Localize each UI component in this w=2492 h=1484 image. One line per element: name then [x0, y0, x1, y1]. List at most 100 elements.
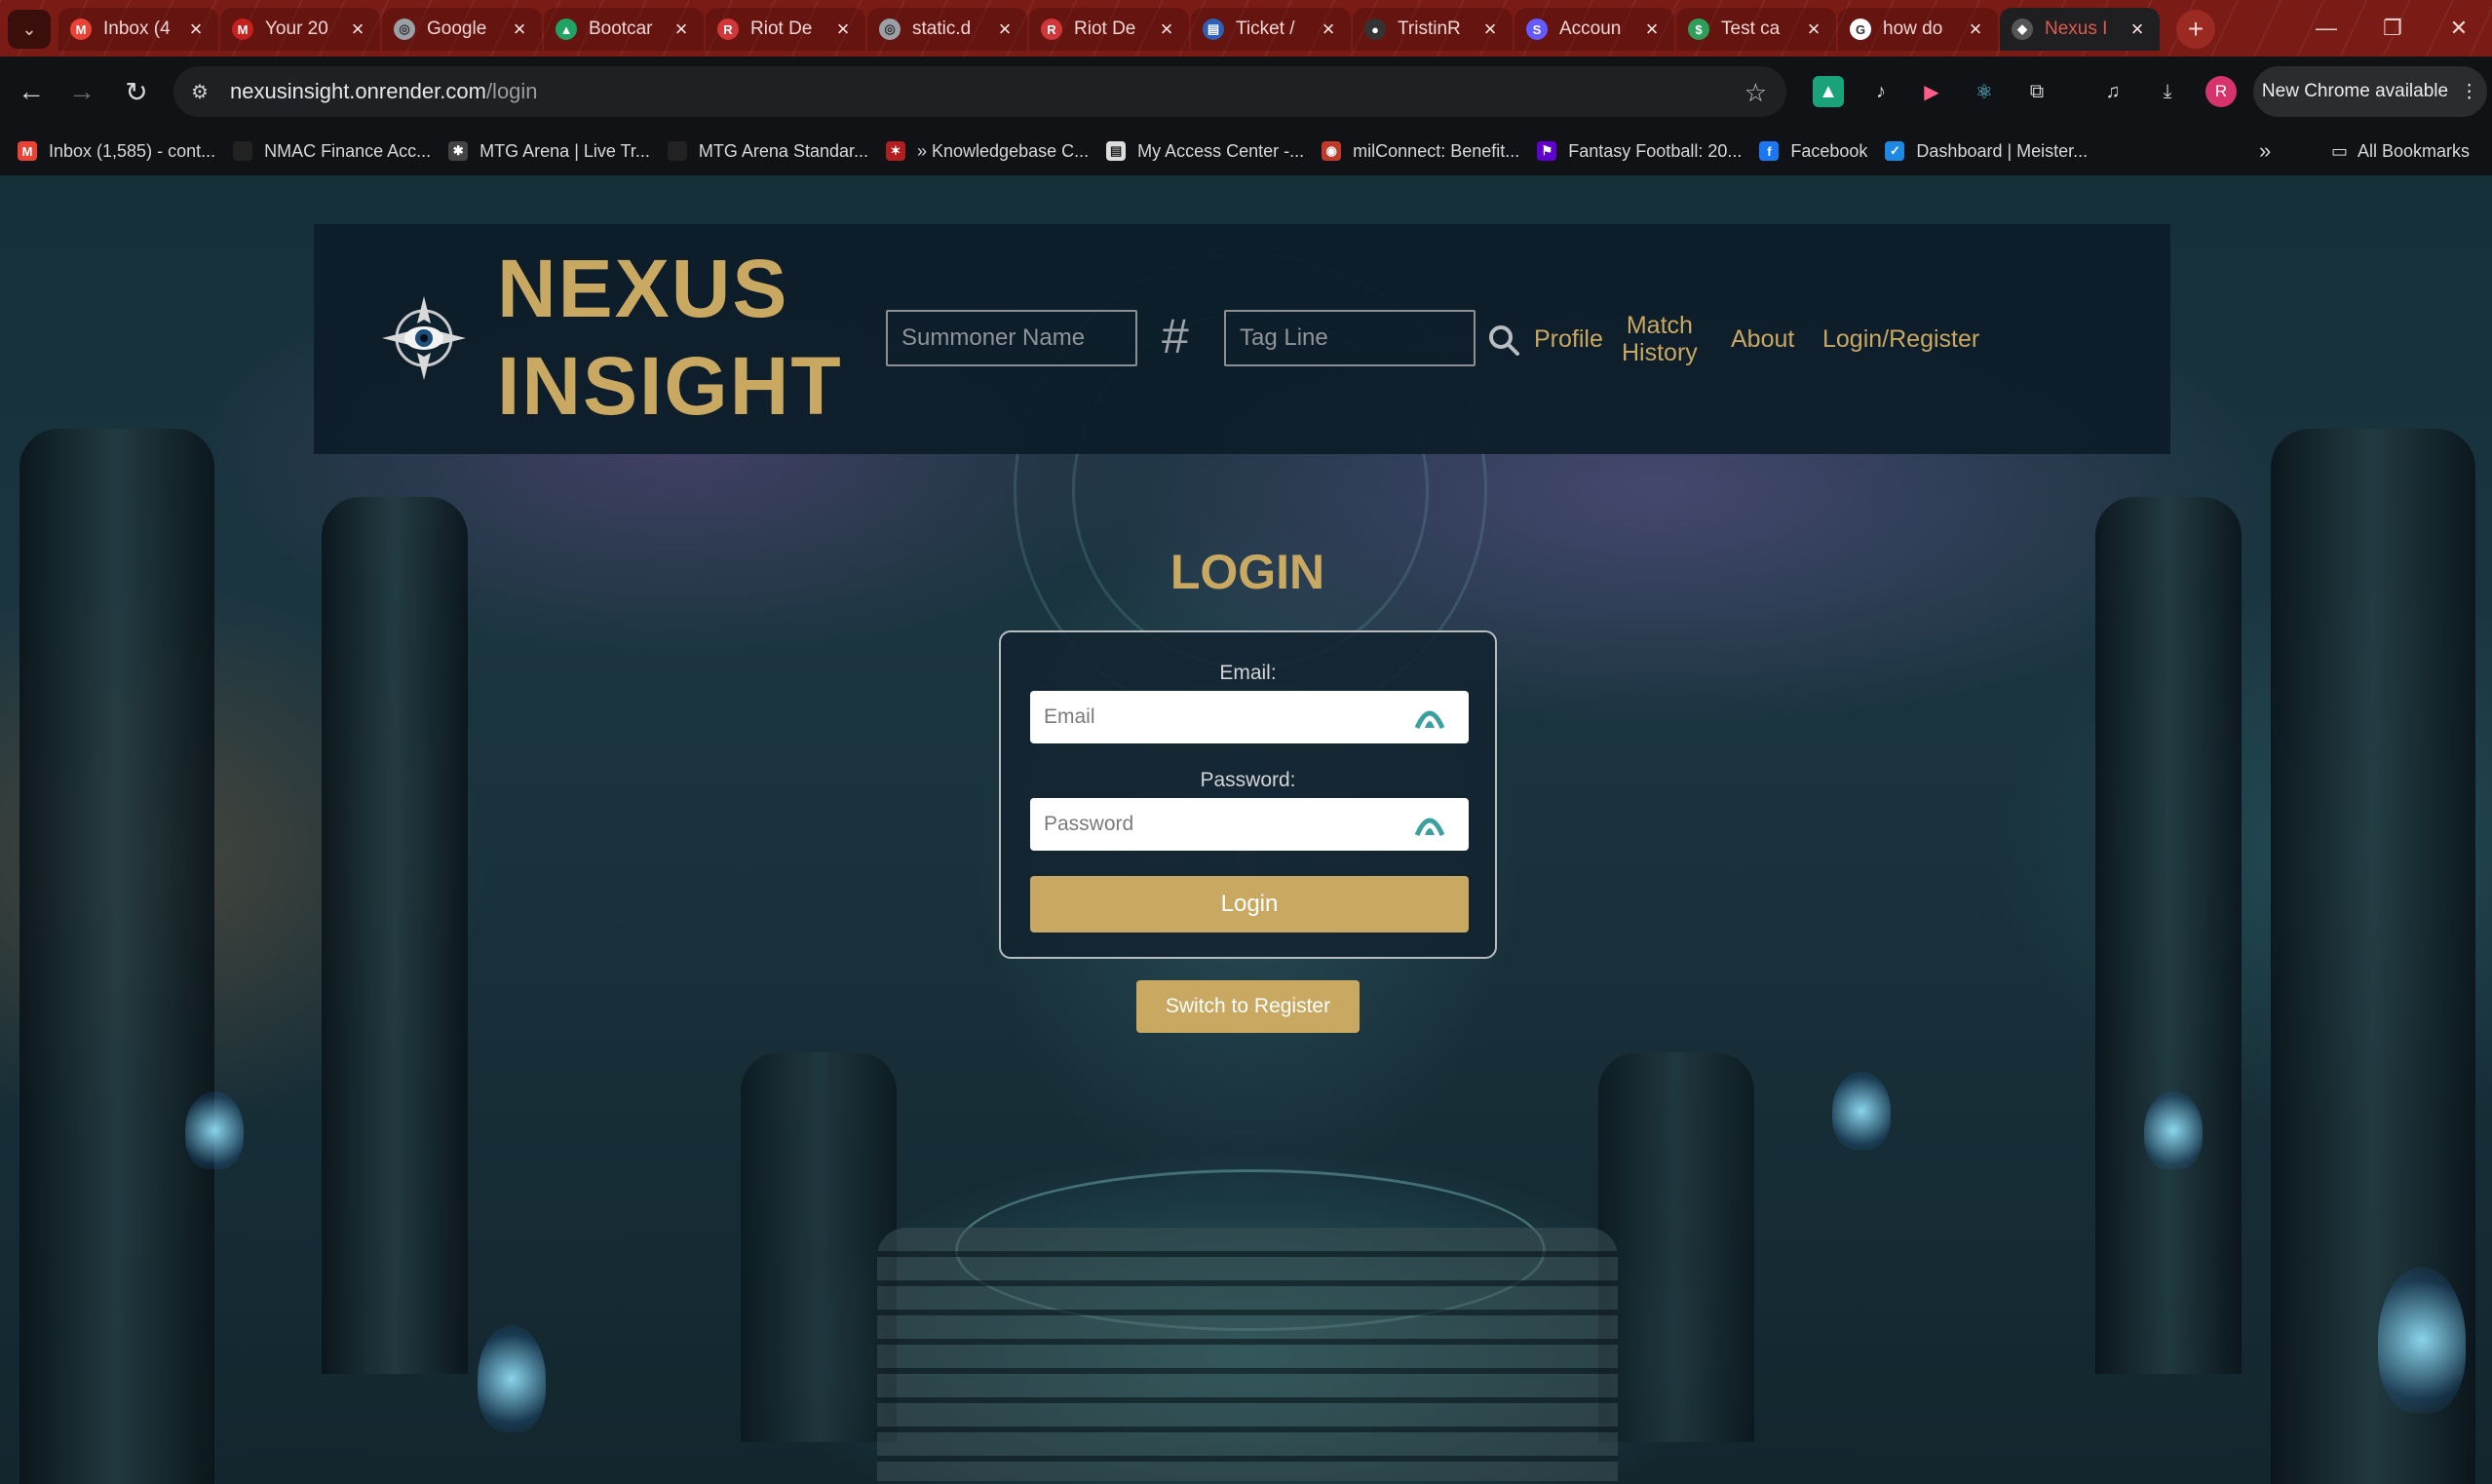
browser-tab[interactable]: ● TristinR ×	[1353, 8, 1513, 51]
blue-flame	[185, 1091, 244, 1169]
profile-avatar[interactable]: R	[2205, 76, 2237, 107]
extensions-puzzle-icon[interactable]: ⧉	[2021, 76, 2052, 107]
close-tab-icon[interactable]: ×	[671, 17, 692, 42]
all-bookmarks-label: All Bookmarks	[2358, 140, 2471, 161]
password-field[interactable]	[1030, 798, 1469, 851]
tab-title: Riot De	[1074, 19, 1136, 39]
ticket-icon: ▤	[1203, 19, 1224, 40]
site-info-icon[interactable]: ⚙	[191, 80, 212, 104]
tab-title: Google	[427, 19, 487, 39]
password-manager-icon[interactable]	[1415, 812, 1444, 837]
browser-tab[interactable]: R Riot De ×	[1029, 8, 1189, 51]
bookmark-item[interactable]: f Facebook	[1759, 127, 1867, 175]
browser-tab[interactable]: Ghow do ×	[1838, 8, 1998, 51]
email-label: Email:	[1219, 662, 1277, 684]
nissan-icon	[233, 141, 253, 161]
close-tab-icon[interactable]: ×	[994, 17, 1016, 42]
tab-title: Nexus I	[2045, 19, 2108, 39]
browser-tab[interactable]: ◎ Google ×	[382, 8, 542, 51]
summoner-name-input[interactable]	[886, 310, 1137, 366]
bookmark-item[interactable]: MTG Arena Standar...	[667, 127, 868, 175]
browser-tab[interactable]: ◎ static.d ×	[867, 8, 1027, 51]
bookmark-item[interactable]: M Inbox (1,585) - cont...	[18, 127, 215, 175]
bookmark-item[interactable]: ⚑ Fantasy Football: 20...	[1537, 127, 1742, 175]
close-tab-icon[interactable]: ×	[1479, 17, 1501, 42]
bookmark-item[interactable]: ✱ MTG Arena | Live Tr...	[448, 127, 650, 175]
all-bookmarks-button[interactable]: ▭ All Bookmarks	[2331, 127, 2470, 175]
close-tab-icon[interactable]: ×	[347, 17, 368, 42]
globe-icon: ◎	[394, 19, 415, 40]
close-tab-icon[interactable]: ×	[1965, 17, 1986, 42]
download-icon[interactable]: ⤓	[2152, 76, 2183, 107]
page-content: NEXUS INSIGHT # Profile Match History Ab…	[0, 175, 2492, 1484]
back-button[interactable]: ←	[14, 74, 49, 109]
bookmark-item[interactable]: ✓ Dashboard | Meister...	[1885, 127, 2088, 175]
url-text[interactable]: nexusinsight.onrender.com/login	[230, 79, 538, 104]
chrome-update-button[interactable]: New Chrome available ⋮	[2253, 66, 2487, 117]
close-tab-icon[interactable]: ×	[509, 17, 530, 42]
browser-tab[interactable]: R Riot De ×	[706, 8, 865, 51]
nav-profile-link[interactable]: Profile	[1534, 325, 1603, 353]
minimize-button[interactable]: —	[2293, 0, 2359, 57]
browser-tab[interactable]: ◆ Nexus I ×	[2000, 8, 2160, 51]
browser-tab[interactable]: S Accoun ×	[1514, 8, 1674, 51]
tag-line-input[interactable]	[1224, 310, 1476, 366]
bookmark-star-icon[interactable]: ☆	[1744, 78, 1767, 108]
extension-icon[interactable]: ▶	[1916, 76, 1947, 107]
close-tab-icon[interactable]: ×	[832, 17, 854, 42]
bookmark-item[interactable]: NMAC Finance Acc...	[233, 127, 431, 175]
chevron-down-icon: ⌄	[21, 19, 37, 39]
nexus-icon: ◆	[2012, 19, 2033, 40]
reload-button[interactable]: ↻	[119, 74, 154, 109]
github-icon: ●	[1364, 19, 1386, 40]
blue-flame	[2144, 1091, 2203, 1169]
login-submit-button[interactable]: Login	[1030, 876, 1469, 932]
bookmarks-overflow-button[interactable]: »	[2259, 127, 2271, 175]
doc-icon: ▤	[1106, 141, 1127, 161]
browser-tab[interactable]: M Inbox (4 ×	[58, 8, 218, 51]
password-label: Password:	[1200, 769, 1296, 791]
nexus-eye-logo-icon[interactable]	[380, 294, 468, 382]
tab-title: Riot De	[750, 19, 813, 39]
nav-match-history-link[interactable]: Match History	[1622, 312, 1698, 366]
tab-search-button[interactable]: ⌄	[8, 10, 51, 49]
bookmark-item[interactable]: ◉ milConnect: Benefit...	[1322, 127, 1519, 175]
nav-login-register-link[interactable]: Login/Register	[1822, 325, 1979, 353]
hash-separator: #	[1162, 309, 1189, 363]
browser-tab[interactable]: ▤ Ticket / ×	[1191, 8, 1351, 51]
folder-icon: ▭	[2331, 140, 2349, 161]
browser-tab[interactable]: M Your 20 ×	[220, 8, 380, 51]
stripe-icon: S	[1526, 19, 1548, 40]
browser-tab[interactable]: ▲ Bootcar ×	[544, 8, 704, 51]
extension-icon[interactable]: ▲	[1813, 76, 1844, 107]
close-tab-icon[interactable]: ×	[1318, 17, 1339, 42]
nav-about-link[interactable]: About	[1731, 325, 1794, 353]
site-brand-title[interactable]: NEXUS INSIGHT	[497, 240, 841, 435]
bookmark-item[interactable]: ✶ » Knowledgebase C...	[886, 127, 1089, 175]
tab-title: Inbox (4	[103, 19, 171, 39]
switch-to-register-button[interactable]: Switch to Register	[1136, 980, 1360, 1033]
browser-tab[interactable]: $ Test ca ×	[1676, 8, 1836, 51]
update-label: New Chrome available	[2261, 81, 2449, 101]
forward-button[interactable]: →	[64, 74, 99, 109]
restore-button[interactable]: ❐	[2359, 0, 2426, 57]
bookmark-item[interactable]: ▤ My Access Center -...	[1106, 127, 1304, 175]
site-header: NEXUS INSIGHT # Profile Match History Ab…	[314, 224, 2170, 454]
new-tab-button[interactable]: +	[2176, 10, 2215, 49]
close-tab-icon[interactable]: ×	[2127, 17, 2148, 42]
close-tab-icon[interactable]: ×	[1641, 17, 1663, 42]
extension-icon[interactable]: ♪	[1865, 76, 1897, 107]
close-tab-icon[interactable]: ×	[1803, 17, 1824, 42]
address-bar[interactable]: ⚙ nexusinsight.onrender.com/login ☆	[173, 66, 1786, 117]
search-icon[interactable]	[1487, 323, 1520, 357]
close-tab-icon[interactable]: ×	[1156, 17, 1177, 42]
bookmark-label: MTG Arena Standar...	[698, 140, 868, 161]
close-tab-icon[interactable]: ×	[185, 17, 207, 42]
email-field[interactable]	[1030, 691, 1469, 743]
react-devtools-icon[interactable]: ⚛	[1969, 76, 2000, 107]
password-manager-icon[interactable]	[1415, 704, 1444, 730]
bookmark-label: milConnect: Benefit...	[1353, 140, 1520, 161]
window-controls: — ❐ ✕	[2293, 0, 2492, 57]
close-window-button[interactable]: ✕	[2426, 0, 2492, 57]
media-controls-icon[interactable]: ♫	[2097, 76, 2128, 107]
